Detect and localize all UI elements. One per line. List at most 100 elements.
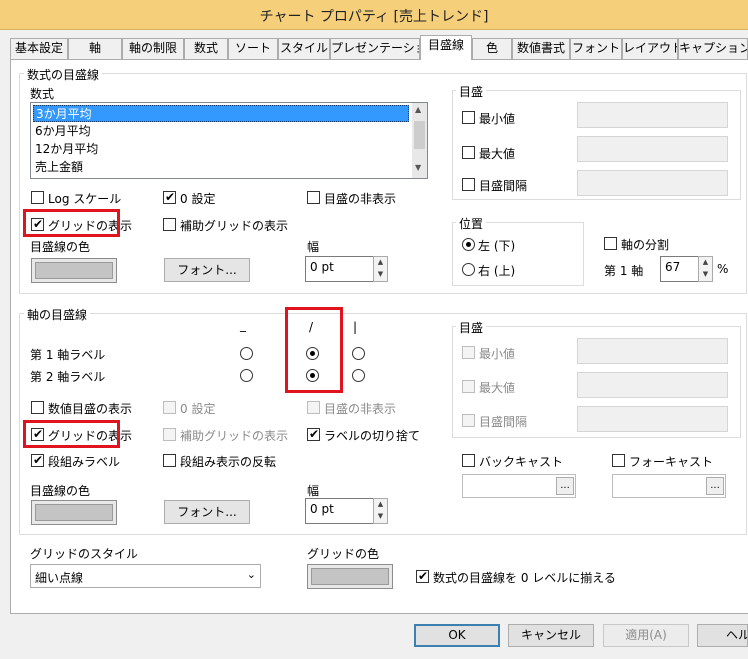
axis1-vertical-radio[interactable] [352,347,365,360]
scale-interval-input[interactable] [577,170,728,196]
dim-gridline-color-button[interactable] [31,500,117,525]
truncate-labels-checkbox[interactable]: ✔ [307,427,320,441]
scale-min-input[interactable] [577,102,728,128]
width-input[interactable]: 0 pt [305,256,375,282]
tab-expressions[interactable]: 数式 [184,38,228,59]
zero-setting-checkbox[interactable]: ✔ [163,190,176,204]
forecast-checkbox[interactable] [612,454,625,467]
tab-basic[interactable]: 基本設定 [10,38,68,59]
show-numeric-scale-checkbox[interactable] [31,401,44,414]
checkmark-icon: ✔ [33,217,44,231]
dim-scale-max-checkbox[interactable] [462,380,475,393]
first-axis-input[interactable]: 67 [660,256,700,282]
cancel-button[interactable]: キャンセル [508,624,594,647]
axis2-horizontal-radio[interactable] [240,369,253,382]
spin-down-icon[interactable]: ▼ [374,269,387,281]
stagger-labels-checkbox[interactable]: ✔ [31,453,44,467]
scale-min-label: 最小値 [479,112,516,126]
spin-down-icon[interactable]: ▼ [374,511,387,523]
tab-caption[interactable]: キャプション [678,38,748,59]
hide-scale-checkbox[interactable] [307,191,320,204]
font-button[interactable]: フォント... [164,258,250,282]
dim-font-button[interactable]: フォント... [164,500,250,524]
chevron-down-icon[interactable]: ⌄ [247,568,256,581]
tab-style[interactable]: スタイル [278,38,330,59]
backcast-browse-button[interactable]: ... [556,477,574,495]
tab-font[interactable]: フォント [570,38,622,59]
backcast-checkbox[interactable] [462,454,475,467]
axis2-diagonal-radio[interactable] [306,369,319,382]
scale-max-checkbox[interactable] [462,146,475,159]
position-right-radio[interactable] [462,263,475,276]
width-label: 幅 [307,240,320,254]
dim-show-minor-grid-label: 補助グリッドの表示 [180,429,289,443]
tab-presentation[interactable]: プレゼンテーション [330,38,420,59]
scale-interval-checkbox[interactable] [462,178,475,191]
dim-width-spinner[interactable]: ▲ ▼ [373,498,388,524]
dim-zero-setting-label: 0 設定 [180,402,216,416]
expression-list[interactable]: 3か月平均 6か月平均 12か月平均 売上金額 ▲ ▼ [30,102,428,179]
axis1-diagonal-radio[interactable] [306,347,319,360]
ok-button[interactable]: OK [414,624,500,647]
spin-up-icon[interactable]: ▲ [699,257,712,269]
scale-min-checkbox[interactable] [462,111,475,124]
stagger-labels-label: 段組みラベル [48,455,121,469]
dim-scale-min-checkbox[interactable] [462,346,475,359]
list-item[interactable]: 3か月平均 [33,105,409,122]
tab-sort[interactable]: ソート [228,38,278,59]
title-bar[interactable]: チャート プロパティ [売上トレンド] [0,0,748,30]
width-spinner[interactable]: ▲ ▼ [373,256,388,282]
dim-width-input[interactable]: 0 pt [305,498,375,524]
scroll-down-icon[interactable]: ▼ [415,163,421,172]
dim-zero-setting-checkbox[interactable] [163,401,176,414]
tab-axis-limits[interactable]: 軸の制限 [122,38,184,59]
gridline-color-button[interactable] [31,258,117,283]
axis2-vertical-radio[interactable] [352,369,365,382]
spin-up-icon[interactable]: ▲ [374,499,387,511]
forecast-browse-button[interactable]: ... [706,477,724,495]
dim-scale-min-label: 最小値 [479,347,516,361]
tab-colors[interactable]: 色 [472,38,512,59]
show-minor-grid-checkbox[interactable] [163,218,176,231]
tab-layout[interactable]: レイアウト [622,38,678,59]
checkmark-icon: ✔ [33,453,44,467]
dim-scale-min-input[interactable] [577,338,728,364]
log-scale-checkbox[interactable] [31,191,44,204]
spin-up-icon[interactable]: ▲ [374,257,387,269]
gridline-color-label: 目盛線の色 [30,240,91,254]
align-zero-checkbox[interactable]: ✔ [416,569,429,583]
axis-split-checkbox[interactable] [604,237,617,250]
scale-max-input[interactable] [577,136,728,162]
reverse-stagger-checkbox[interactable] [163,454,176,467]
first-axis-spinner[interactable]: ▲ ▼ [698,256,713,282]
dim-show-grid-checkbox[interactable]: ✔ [31,427,44,441]
tab-axis[interactable]: 軸 [68,38,122,59]
dim-scale-max-input[interactable] [577,372,728,398]
dim-hide-scale-checkbox[interactable] [307,401,320,414]
grid-style-value: 細い点線 [35,571,84,585]
grid-style-select[interactable]: 細い点線 ⌄ [30,564,261,588]
dim-scale-interval-input[interactable] [577,406,728,432]
apply-button[interactable]: 適用(A) [603,624,689,647]
dim-show-minor-grid-checkbox[interactable] [163,428,176,441]
help-button[interactable]: ヘルプ [697,624,748,647]
tab-number[interactable]: 数値書式 [512,38,570,59]
first-axis-label: 第 1 軸 [604,264,644,278]
grid-color-button[interactable] [307,564,393,589]
list-item[interactable]: 6か月平均 [33,123,91,140]
color-swatch [35,262,113,279]
scroll-up-icon[interactable]: ▲ [415,105,421,114]
axis1-horizontal-radio[interactable] [240,347,253,360]
dim-scale-interval-checkbox[interactable] [462,414,475,427]
spin-down-icon[interactable]: ▼ [699,269,712,281]
scroll-thumb[interactable] [414,121,425,149]
dim-hide-scale-label: 目盛の非表示 [324,402,397,416]
tab-gridlines[interactable]: 目盛線 [420,35,472,60]
list-item[interactable]: 売上金額 [33,159,83,176]
grid-color-label: グリッドの色 [307,547,380,561]
show-grid-checkbox[interactable]: ✔ [31,217,44,231]
expression-list-scrollbar[interactable]: ▲ ▼ [412,103,427,178]
list-item[interactable]: 12か月平均 [33,141,98,158]
position-left-radio[interactable] [462,238,475,251]
dim-scale-interval-label: 目盛間隔 [479,415,528,429]
